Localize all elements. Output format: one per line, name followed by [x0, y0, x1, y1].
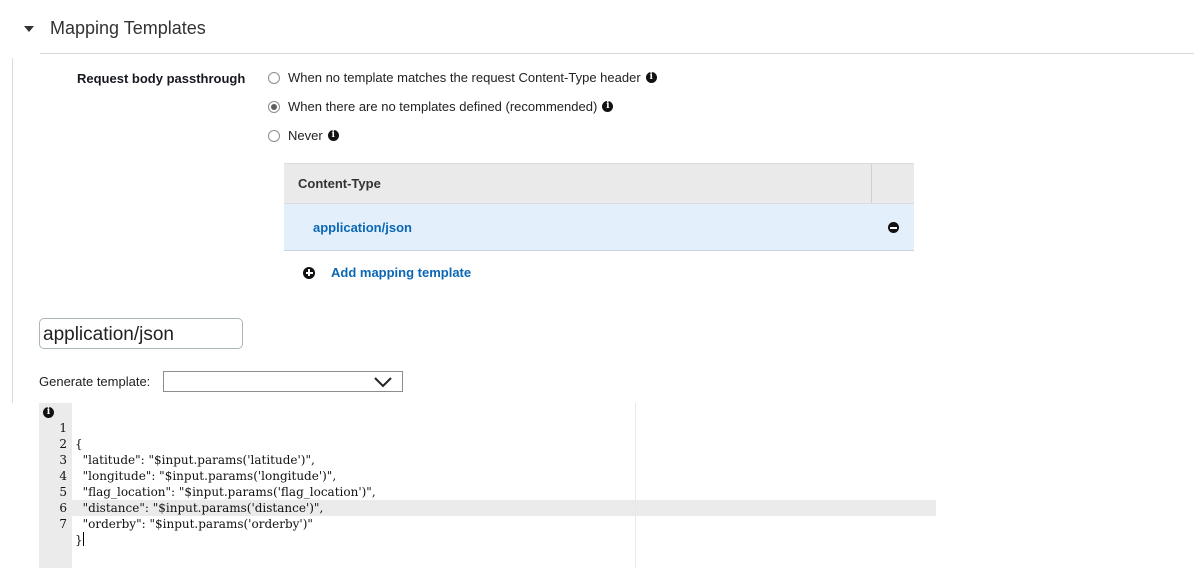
mapping-templates-header[interactable]: Mapping Templates: [24, 18, 206, 39]
text-cursor: [82, 532, 84, 546]
code-line: 7 }: [39, 500, 84, 547]
radio-option-no-templates[interactable]: When there are no templates defined (rec…: [268, 99, 614, 114]
remove-icon[interactable]: [888, 222, 899, 233]
radio-option-never[interactable]: Never i: [268, 128, 339, 143]
code-line: 1 {: [39, 404, 82, 451]
code-text: "distance": "$input.params('distance')",: [75, 501, 324, 515]
radio-button[interactable]: [268, 129, 280, 142]
caret-down-icon[interactable]: [24, 25, 34, 32]
header-divider: [40, 53, 1194, 54]
passthrough-label: Request body passthrough: [77, 71, 246, 86]
code-line: 5 "distance": "$input.params('distance')…: [39, 468, 323, 515]
chevron-down-icon[interactable]: [373, 376, 393, 388]
code-line: 6 "orderby": "$input.params('orderby')": [39, 484, 313, 531]
template-code-editor[interactable]: i 1 { 2 "latitude": "$input.params('lati…: [39, 403, 936, 568]
info-icon[interactable]: i: [602, 101, 614, 112]
radio-button[interactable]: [268, 71, 280, 84]
info-icon[interactable]: i: [327, 130, 339, 141]
code-text: {: [75, 437, 83, 451]
section-title: Mapping Templates: [50, 18, 206, 38]
code-text: }: [75, 533, 83, 547]
code-line: 4 "flag_location": "$input.params('flag_…: [39, 452, 375, 499]
generate-template-select[interactable]: [163, 371, 403, 392]
code-line: 2 "latitude": "$input.params('latitude')…: [39, 420, 314, 467]
code-text: "flag_location": "$input.params('flag_lo…: [75, 485, 376, 499]
add-mapping-template-label[interactable]: Add mapping template: [331, 265, 471, 280]
line-number: 7: [59, 517, 67, 531]
radio-option-no-match[interactable]: When no template matches the request Con…: [268, 70, 657, 85]
radio-button-selected[interactable]: [268, 100, 280, 113]
content-type-column-header: Content-Type: [298, 176, 381, 191]
print-margin: [635, 403, 636, 568]
code-text: "longitude": "$input.params('longitude')…: [75, 469, 337, 483]
content-type-input[interactable]: [39, 318, 243, 349]
radio-label: Never: [288, 128, 323, 143]
code-text: "latitude": "$input.params('latitude')",: [75, 453, 315, 467]
code-text: "orderby": "$input.params('orderby')": [75, 517, 313, 531]
table-header: Content-Type: [284, 163, 914, 204]
left-divider: [12, 58, 13, 403]
content-type-table: Content-Type application/json: [284, 163, 914, 251]
generate-template-label: Generate template:: [39, 374, 151, 389]
info-icon[interactable]: i: [645, 72, 657, 83]
add-icon[interactable]: [303, 266, 315, 279]
table-row[interactable]: application/json: [284, 204, 914, 251]
radio-label: When there are no templates defined (rec…: [288, 99, 598, 114]
content-type-link[interactable]: application/json: [284, 220, 412, 235]
radio-label: When no template matches the request Con…: [288, 70, 641, 85]
add-mapping-template-button[interactable]: Add mapping template: [303, 265, 471, 280]
code-line: 3 "longitude": "$input.params('longitude…: [39, 436, 336, 483]
actions-column-header: [871, 164, 914, 203]
